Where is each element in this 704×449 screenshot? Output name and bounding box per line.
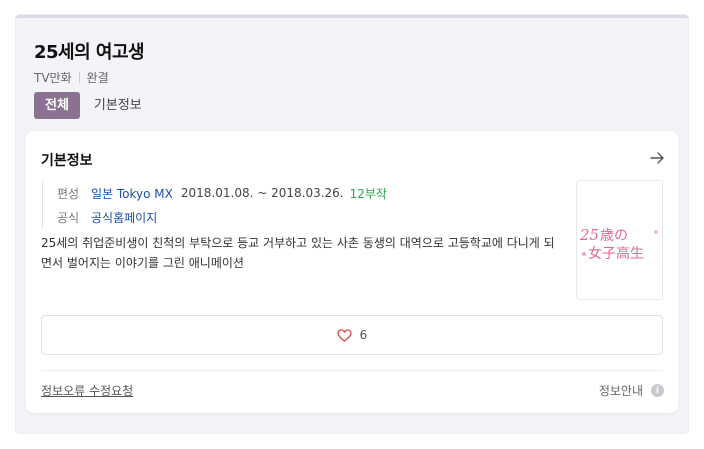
broadcast-period: 2018.01.08. ~ 2018.03.26. xyxy=(180,186,344,200)
episode-count: 12부작 xyxy=(349,186,387,201)
info-row-broadcast: 편성 일본 Tokyo MX 2018.01.08. ~ 2018.03.26.… xyxy=(57,181,387,205)
info-icon: i xyxy=(651,384,664,397)
like-button[interactable]: 6 xyxy=(41,315,663,355)
report-error-link[interactable]: 정보오류 수정요청 xyxy=(41,382,133,399)
section-title: 기본정보 xyxy=(41,153,93,169)
thumbnail[interactable]: 25 歳の 女子高生 xyxy=(576,180,663,300)
basic-info-card: 기본정보 편성 일본 Tokyo MX 2018.01.08. ~ 2018.0… xyxy=(26,131,678,413)
info-guide-button[interactable]: 정보안내 i xyxy=(599,382,664,399)
tab-all[interactable]: 전체 xyxy=(34,92,80,119)
meta-separator xyxy=(78,72,80,83)
heart-icon xyxy=(337,328,352,342)
meta-status: 완결 xyxy=(86,71,109,85)
meta-category: TV만화 xyxy=(34,71,72,85)
info-rows: 편성 일본 Tokyo MX 2018.01.08. ~ 2018.03.26.… xyxy=(42,181,387,229)
tab-basic-info[interactable]: 기본정보 xyxy=(83,92,153,119)
title-meta: TV만화 완결 xyxy=(34,69,109,86)
anime-info-panel: 25세의 여고생 TV만화 완결 전체 기본정보 기본정보 편성 일본 Toky… xyxy=(16,15,688,433)
tab-bar: 전체 기본정보 xyxy=(34,92,153,119)
like-count: 6 xyxy=(359,328,368,342)
row-label-official: 공식 xyxy=(57,210,80,225)
card-divider xyxy=(41,370,663,371)
synopsis: 25세의 취업준비생이 친척의 부탁으로 등교 거부하고 있는 사촌 동생의 대… xyxy=(41,236,555,270)
svg-text:歳の: 歳の xyxy=(600,228,628,244)
svg-text:25: 25 xyxy=(579,226,599,244)
title-logo-image: 25 歳の 女子高生 xyxy=(579,226,658,262)
info-guide-label: 정보안내 xyxy=(598,384,643,398)
row-label-broadcast: 편성 xyxy=(57,186,80,201)
arrow-right-icon[interactable] xyxy=(648,149,666,167)
page-title: 25세의 여고생 xyxy=(34,42,145,63)
broadcaster-link[interactable]: 일본 Tokyo MX xyxy=(91,185,173,202)
svg-text:女子高生: 女子高生 xyxy=(588,245,644,262)
official-site-link[interactable]: 공식홈페이지 xyxy=(91,209,157,226)
info-row-official: 공식 공식홈페이지 xyxy=(57,205,387,229)
